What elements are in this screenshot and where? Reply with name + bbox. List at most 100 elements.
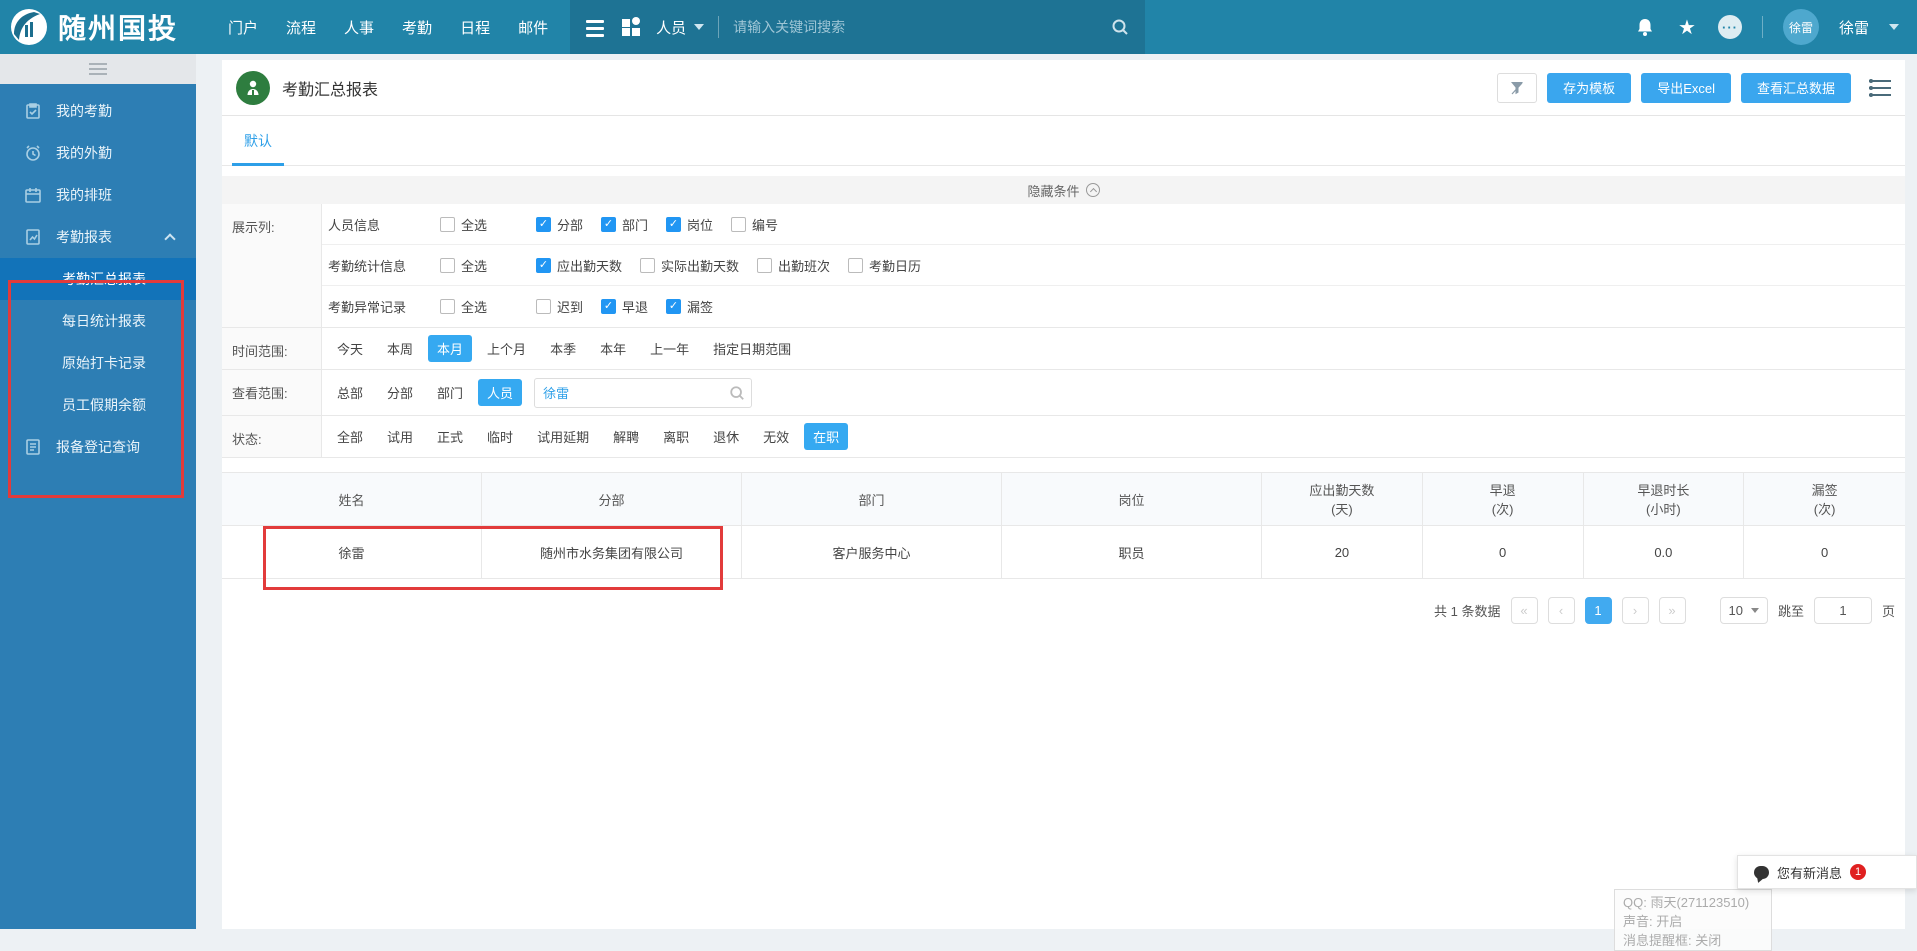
status-pill-probation[interactable]: 试用 — [378, 423, 422, 450]
status-pill-active[interactable]: 在职 — [804, 423, 848, 450]
checkbox-icon[interactable] — [666, 299, 681, 314]
checkbox-icon[interactable] — [666, 217, 681, 232]
table-row[interactable]: 徐雷 随州市水务集团有限公司 客户服务中心 职员 20 0 0.0 0 — [222, 526, 1905, 579]
page-number-button[interactable]: 1 — [1585, 597, 1612, 624]
checkbox-late[interactable]: 迟到 — [536, 297, 583, 316]
apps-grid-icon[interactable] — [620, 16, 642, 38]
checkbox-shift[interactable]: 出勤班次 — [757, 256, 830, 275]
scope-pill-department[interactable]: 部门 — [428, 379, 472, 406]
checkbox-number[interactable]: 编号 — [731, 215, 778, 234]
checkbox-icon[interactable] — [757, 258, 772, 273]
sidebar-item-label: 我的考勤 — [56, 101, 112, 121]
menu-item-mail[interactable]: 邮件 — [518, 17, 548, 38]
status-pill-retired[interactable]: 退休 — [704, 423, 748, 450]
checkbox-icon[interactable] — [440, 299, 455, 314]
sidebar-item-my-attendance[interactable]: 我的考勤 — [0, 90, 196, 132]
next-page-button[interactable]: › — [1622, 597, 1649, 624]
checkbox-early-leave[interactable]: 早退 — [601, 297, 648, 316]
time-pill-this-year[interactable]: 本年 — [591, 335, 635, 362]
checkbox-icon[interactable] — [536, 299, 551, 314]
new-message-notice[interactable]: 您有新消息 1 — [1737, 855, 1917, 889]
select-all-attendance-stats[interactable]: 全选 — [440, 256, 536, 275]
list-view-icon[interactable] — [1869, 78, 1891, 98]
sidebar-item-attendance-reports[interactable]: 考勤报表 — [0, 216, 196, 258]
checkbox-icon[interactable] — [440, 258, 455, 273]
export-excel-button[interactable]: 导出Excel — [1641, 73, 1731, 103]
save-template-button[interactable]: 存为模板 — [1547, 73, 1631, 103]
user-avatar[interactable]: 徐雷 — [1783, 9, 1819, 45]
status-pill-all[interactable]: 全部 — [328, 423, 372, 450]
checkbox-icon[interactable] — [601, 217, 616, 232]
filter-row-status: 状态: 全部 试用 正式 临时 试用延期 解聘 离职 退休 无效 在职 — [222, 416, 1905, 458]
checkbox-icon[interactable] — [601, 299, 616, 314]
status-pill-probation-extended[interactable]: 试用延期 — [528, 423, 598, 450]
search-input[interactable] — [733, 19, 1099, 35]
time-pill-today[interactable]: 今天 — [328, 335, 372, 362]
sidebar-subitem-raw-punch-records[interactable]: 原始打卡记录 — [0, 342, 196, 384]
first-page-button[interactable]: « — [1511, 597, 1538, 624]
time-pill-this-month[interactable]: 本月 — [428, 335, 472, 362]
checkbox-icon[interactable] — [848, 258, 863, 273]
select-all-abnormal-records[interactable]: 全选 — [440, 297, 536, 316]
view-summary-button[interactable]: 查看汇总数据 — [1741, 73, 1851, 103]
select-all-person-info[interactable]: 全选 — [440, 215, 536, 234]
status-pill-temporary[interactable]: 临时 — [478, 423, 522, 450]
checkbox-calendar[interactable]: 考勤日历 — [848, 256, 921, 275]
checkbox-icon[interactable] — [536, 217, 551, 232]
menu-item-schedule[interactable]: 日程 — [460, 17, 490, 38]
favorites-star-icon[interactable]: ★ — [1676, 16, 1698, 38]
status-pill-dismissed[interactable]: 解聘 — [604, 423, 648, 450]
checkbox-icon[interactable] — [440, 217, 455, 232]
bell-icon[interactable] — [1634, 16, 1656, 38]
checkbox-missed-sign[interactable]: 漏签 — [666, 297, 713, 316]
menu-item-hr[interactable]: 人事 — [344, 17, 374, 38]
status-pill-invalid[interactable]: 无效 — [754, 423, 798, 450]
sidebar-collapse-toggle[interactable] — [0, 54, 196, 84]
menu-item-portal[interactable]: 门户 — [228, 17, 258, 38]
module-dropdown[interactable]: 人员 — [656, 17, 704, 38]
checkbox-icon[interactable] — [731, 217, 746, 232]
group-name: 考勤统计信息 — [328, 256, 440, 275]
checkbox-icon[interactable] — [640, 258, 655, 273]
sidebar-item-report-registration-query[interactable]: 报备登记查询 — [0, 426, 196, 468]
hamburger-icon[interactable] — [584, 16, 606, 38]
checkbox-icon[interactable] — [536, 258, 551, 273]
scope-pill-headquarters[interactable]: 总部 — [328, 379, 372, 406]
sidebar-item-my-field-work[interactable]: 我的外勤 — [0, 132, 196, 174]
menu-item-attendance[interactable]: 考勤 — [402, 17, 432, 38]
menu-item-workflow[interactable]: 流程 — [286, 17, 316, 38]
sidebar-item-my-shifts[interactable]: 我的排班 — [0, 174, 196, 216]
person-search-input[interactable] — [534, 378, 752, 408]
search-icon[interactable] — [1109, 16, 1131, 38]
tab-default[interactable]: 默认 — [236, 131, 280, 165]
checkbox-actual-days[interactable]: 实际出勤天数 — [640, 256, 739, 275]
col-header-early-leave: 早退(次) — [1423, 473, 1584, 525]
sidebar-subitem-summary-report[interactable]: 考勤汇总报表 — [0, 258, 196, 300]
sidebar-subitem-leave-balance[interactable]: 员工假期余额 — [0, 384, 196, 426]
jump-page-input[interactable] — [1814, 597, 1872, 624]
filter-settings-button[interactable] — [1497, 73, 1537, 103]
time-pill-custom-range[interactable]: 指定日期范围 — [704, 335, 800, 362]
time-pill-this-quarter[interactable]: 本季 — [541, 335, 585, 362]
scope-pill-person[interactable]: 人员 — [478, 379, 522, 406]
time-pill-last-month[interactable]: 上个月 — [478, 335, 535, 362]
prev-page-button[interactable]: ‹ — [1548, 597, 1575, 624]
status-pill-resigned[interactable]: 离职 — [654, 423, 698, 450]
hide-conditions-bar[interactable]: 隐藏条件 — [222, 176, 1905, 204]
user-chevron-down-icon[interactable] — [1889, 24, 1899, 30]
checkbox-position[interactable]: 岗位 — [666, 215, 713, 234]
last-page-button[interactable]: » — [1659, 597, 1686, 624]
sidebar-subitem-daily-report[interactable]: 每日统计报表 — [0, 300, 196, 342]
checkbox-required-days[interactable]: 应出勤天数 — [536, 256, 622, 275]
time-pill-this-week[interactable]: 本周 — [378, 335, 422, 362]
time-pill-last-year[interactable]: 上一年 — [641, 335, 698, 362]
page-size-select[interactable]: 10 — [1720, 597, 1768, 624]
sound-line: 声音: 开启 — [1623, 912, 1763, 931]
search-icon[interactable] — [729, 385, 745, 404]
brand[interactable]: 随州国投 — [0, 7, 200, 47]
more-ellipsis-icon[interactable]: ··· — [1718, 15, 1742, 39]
status-pill-formal[interactable]: 正式 — [428, 423, 472, 450]
scope-pill-branch[interactable]: 分部 — [378, 379, 422, 406]
checkbox-department[interactable]: 部门 — [601, 215, 648, 234]
checkbox-branch[interactable]: 分部 — [536, 215, 583, 234]
